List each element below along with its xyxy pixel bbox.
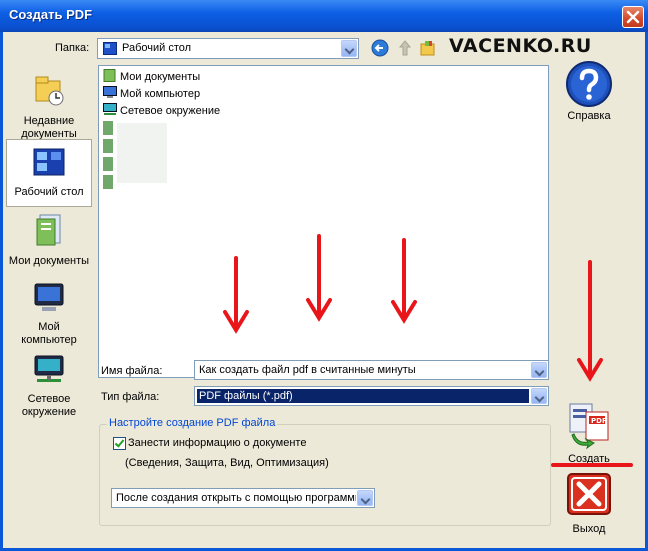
desktop-icon [33,148,65,176]
include-info-details: (Сведения, Защита, Вид, Оптимизация) [125,457,329,469]
place-network[interactable]: Сетевое окружение [6,355,92,421]
file-list-item[interactable]: Сетевое окружение [103,103,220,119]
new-folder-icon[interactable] [419,39,437,57]
place-my-documents-label: Мои документы [8,255,90,267]
title-bar[interactable]: Создать PDF [0,0,648,32]
up-folder-icon[interactable] [396,39,414,57]
filename-input[interactable]: Как создать файл pdf в считанные минуты [194,360,549,380]
recent-documents-icon [35,76,64,106]
place-network-label: Сетевое окружение [21,393,77,418]
dialog-window: Создать PDF Папка: Рабочий стол VACENKO.… [0,0,648,551]
after-create-select[interactable]: После создания открыть с помощью програм… [111,488,375,508]
network-places-icon [103,103,117,115]
place-recent-documents[interactable]: Недавние документы [6,73,92,140]
filename-label: Имя файла: [101,365,163,377]
place-desktop[interactable]: Рабочий стол [6,139,92,207]
annotation-arrow-3 [391,238,417,324]
include-info-label: Занести информацию о документе [128,437,307,449]
file-list-item[interactable]: Мои документы [103,69,200,85]
my-documents-icon [103,69,116,82]
exit-button[interactable]: Выход [559,472,619,538]
desktop-icon [103,42,117,55]
window-title: Создать PDF [9,7,93,22]
filetype-value: PDF файлы (*.pdf) [199,390,293,402]
place-desktop-label: Рабочий стол [14,186,84,198]
network-places-icon [34,355,64,382]
after-create-value: После создания открыть с помощью програм… [116,492,356,504]
file-list-item[interactable]: Мой компьютер [103,86,200,102]
hidden-file-items [103,121,173,201]
chevron-down-icon[interactable] [357,490,373,506]
my-documents-icon [36,214,61,246]
exit-label: Выход [572,523,606,535]
include-info-checkbox[interactable] [113,437,126,450]
folder-select[interactable]: Рабочий стол [97,38,359,59]
help-label: Справка [567,110,611,122]
my-computer-icon [103,86,117,98]
annotation-arrow-2 [306,234,332,322]
chevron-down-icon[interactable] [531,388,547,404]
svg-text:PDF: PDF [591,417,607,425]
help-button[interactable]: Справка [561,60,617,130]
chevron-down-icon[interactable] [341,40,357,57]
annotation-arrow-4 [577,260,603,382]
folder-label: Папка: [55,42,90,54]
chevron-down-icon[interactable] [531,362,547,378]
place-recent-documents-label: Недавние документы [21,115,77,140]
create-pdf-icon: PDF [569,403,609,450]
place-my-computer-label: Мой компьютер [21,321,77,346]
dialog-client-area: Папка: Рабочий стол VACENKO.RU Недавние … [3,32,645,548]
close-icon [626,10,640,24]
filetype-select[interactable]: PDF файлы (*.pdf) [194,386,549,406]
file-list[interactable]: Мои документы Мой компьютер Сетевое окру… [98,65,549,378]
help-icon [566,61,612,107]
pdf-settings-title: Настройте создание PDF файла [107,417,278,429]
filetype-label: Тип файла: [101,391,160,403]
filename-value: Как создать файл pdf в считанные минуты [199,364,416,376]
back-icon[interactable] [371,39,389,57]
annotation-underline [551,463,633,467]
watermark-text: VACENKO.RU [449,35,592,57]
folder-value: Рабочий стол [122,42,192,54]
place-my-documents[interactable]: Мои документы [6,213,92,275]
annotation-arrow-1 [223,256,249,334]
my-computer-icon [34,283,64,311]
place-my-computer[interactable]: Мой компьютер [6,283,92,349]
close-button[interactable] [622,6,644,28]
create-button[interactable]: PDF Создать [559,402,619,468]
places-bar: Недавние документы Рабочий стол Мои доку… [6,63,92,418]
exit-icon [567,473,611,515]
